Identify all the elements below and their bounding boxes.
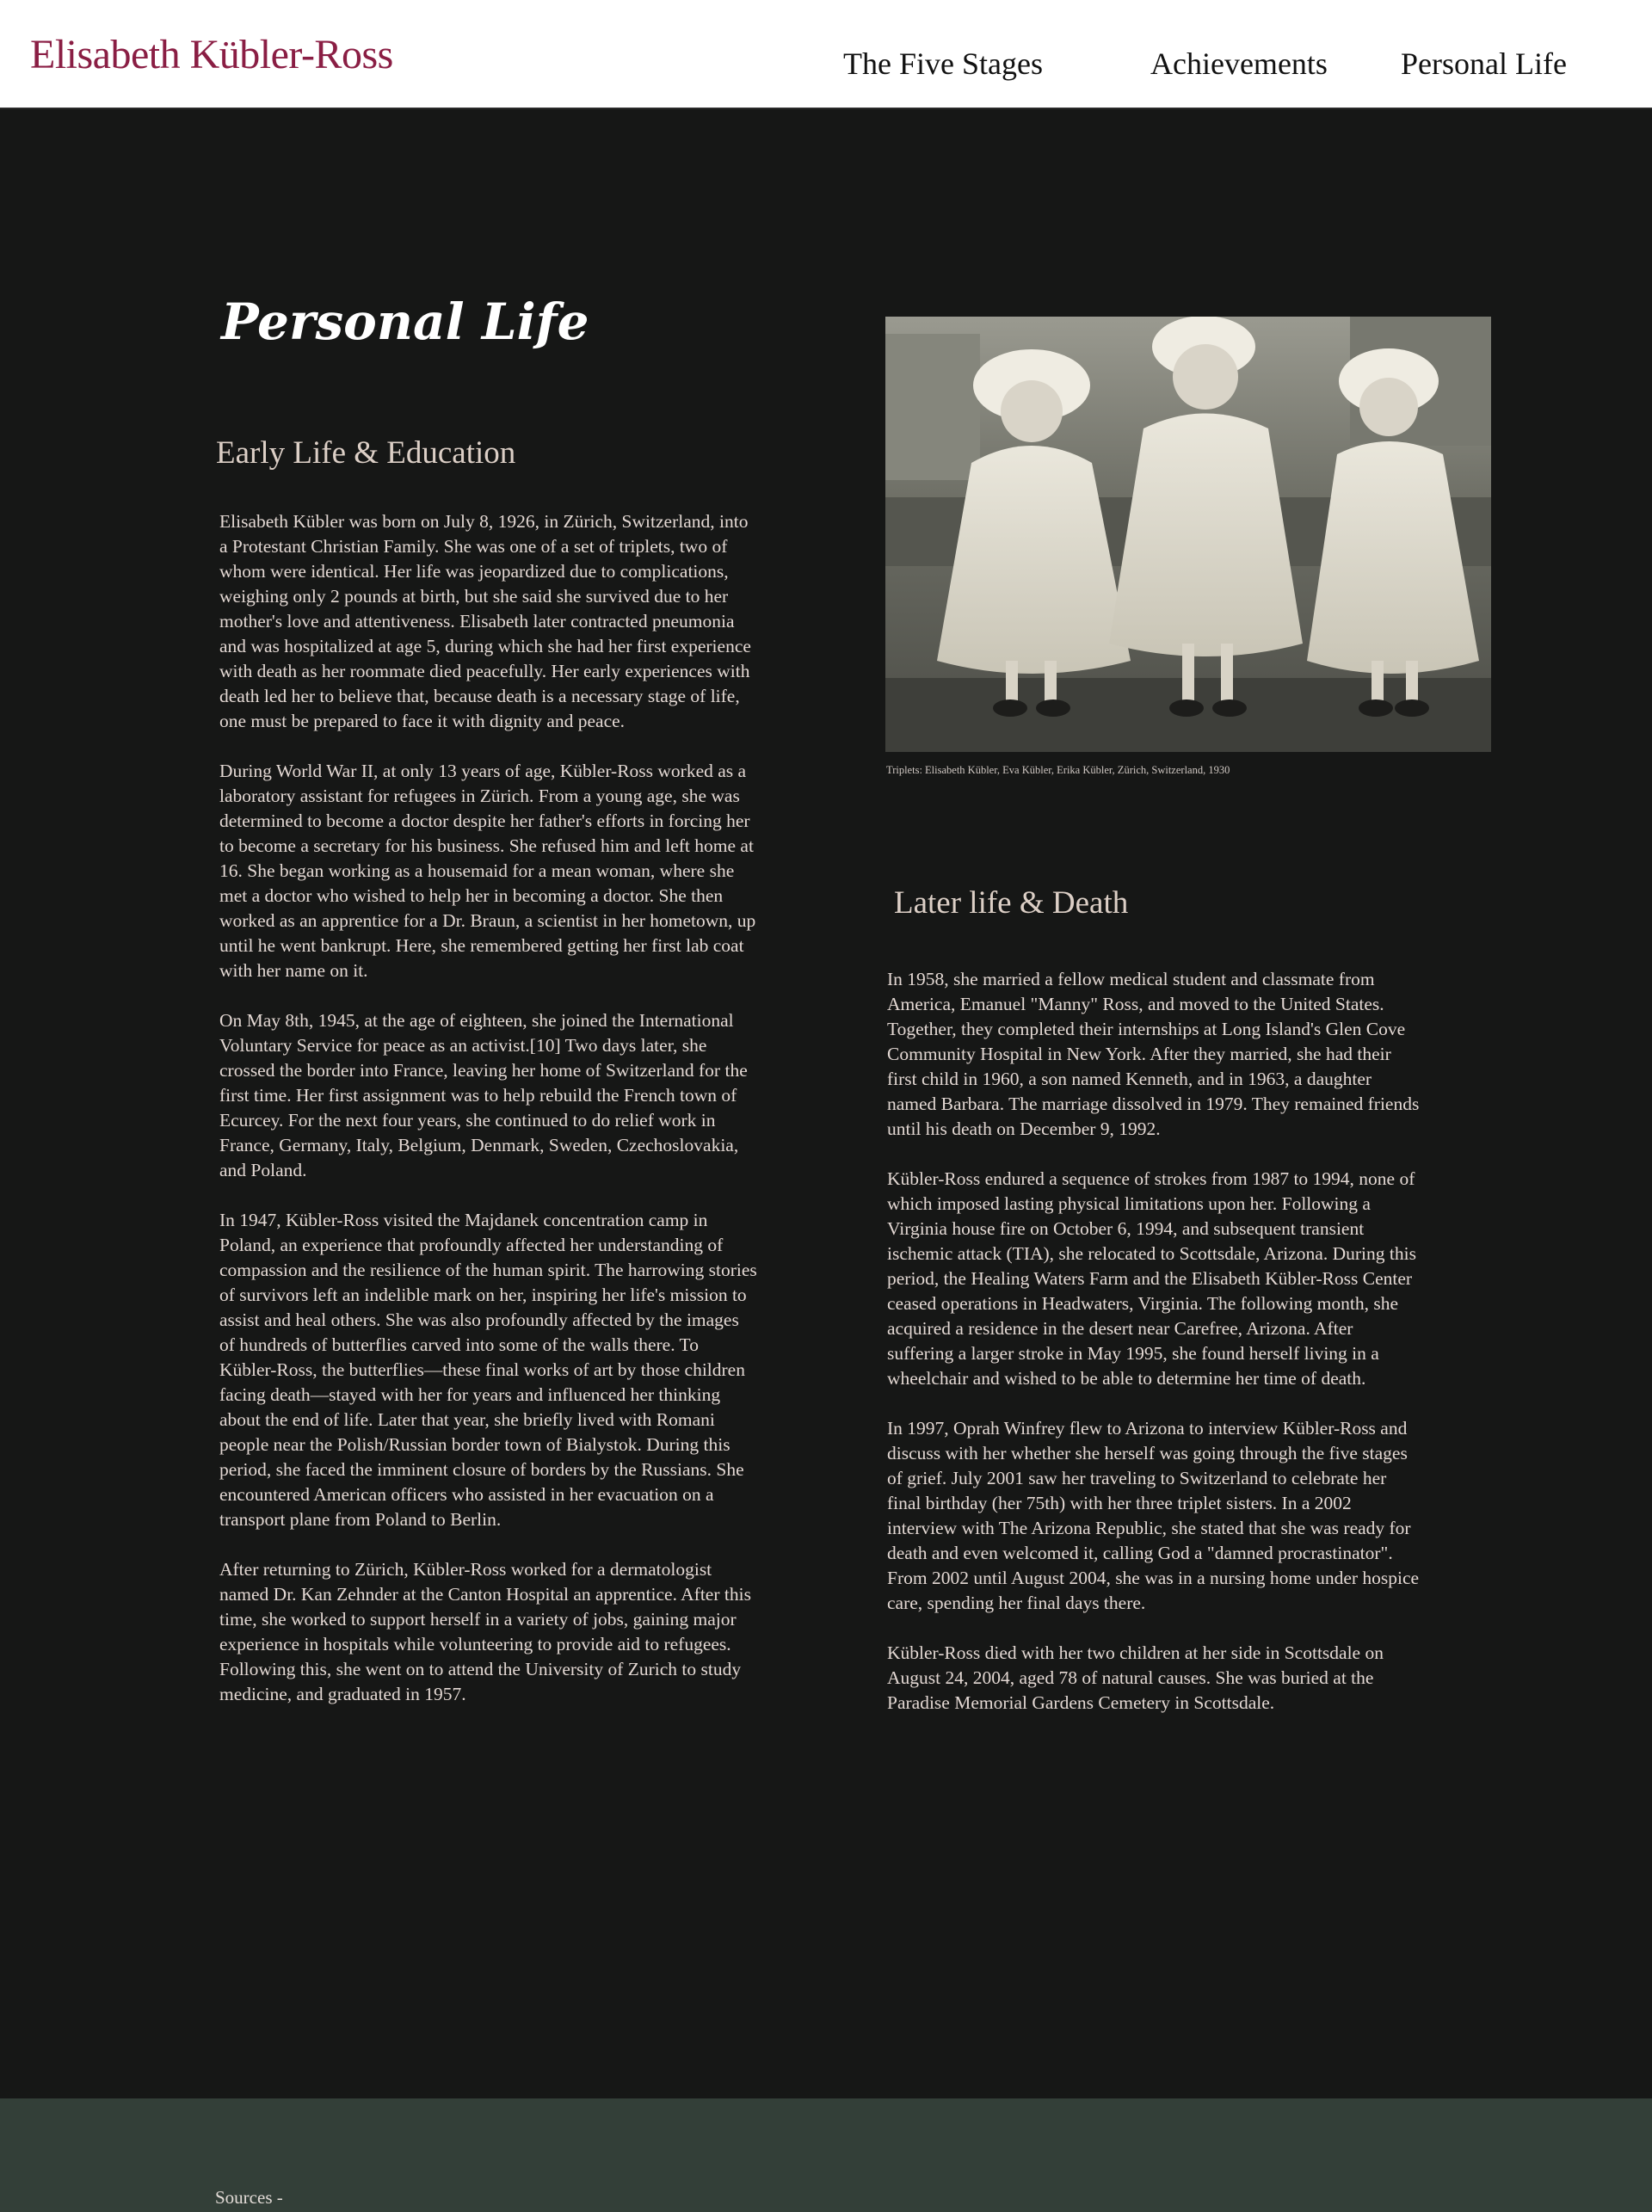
page-title: Personal Life	[221, 293, 589, 351]
nav-link-personal-life[interactable]: Personal Life	[1401, 46, 1567, 82]
site-footer: Sources -	[0, 2098, 1652, 2212]
nav-link-achievements[interactable]: Achievements	[1150, 46, 1328, 82]
sources-label: Sources -	[215, 2187, 283, 2208]
section-heading-early-life: Early Life & Education	[216, 435, 516, 471]
section-heading-later-life: Later life & Death	[894, 885, 1129, 921]
site-header: Elisabeth Kübler-Ross The Five Stages Ac…	[0, 0, 1652, 109]
paragraph: In 1947, Kübler-Ross visited the Majdane…	[219, 1210, 757, 1530]
paragraph: Elisabeth Kübler was born on July 8, 192…	[219, 511, 751, 731]
triplets-photo	[885, 317, 1491, 752]
brand-logo-link[interactable]: Elisabeth Kübler-Ross	[30, 31, 393, 78]
paragraph: In 1958, she married a fellow medical st…	[887, 969, 1420, 1139]
paragraph: Kübler-Ross died with her two children a…	[887, 1642, 1384, 1713]
paragraph: During World War II, at only 13 years of…	[219, 761, 756, 981]
nav-link-five-stages[interactable]: The Five Stages	[843, 46, 1043, 82]
early-life-text: Elisabeth Kübler was born on July 8, 192…	[219, 509, 757, 1732]
paragraph: On May 8th, 1945, at the age of eighteen…	[219, 1010, 748, 1180]
photo-caption: Triplets: Elisabeth Kübler, Eva Kübler, …	[886, 764, 1230, 776]
paragraph: In 1997, Oprah Winfrey flew to Arizona t…	[887, 1418, 1420, 1613]
paragraph: After returning to Zürich, Kübler-Ross w…	[219, 1559, 751, 1704]
paragraph: Kübler-Ross endured a sequence of stroke…	[887, 1168, 1416, 1389]
later-life-text: In 1958, she married a fellow medical st…	[887, 967, 1421, 1741]
